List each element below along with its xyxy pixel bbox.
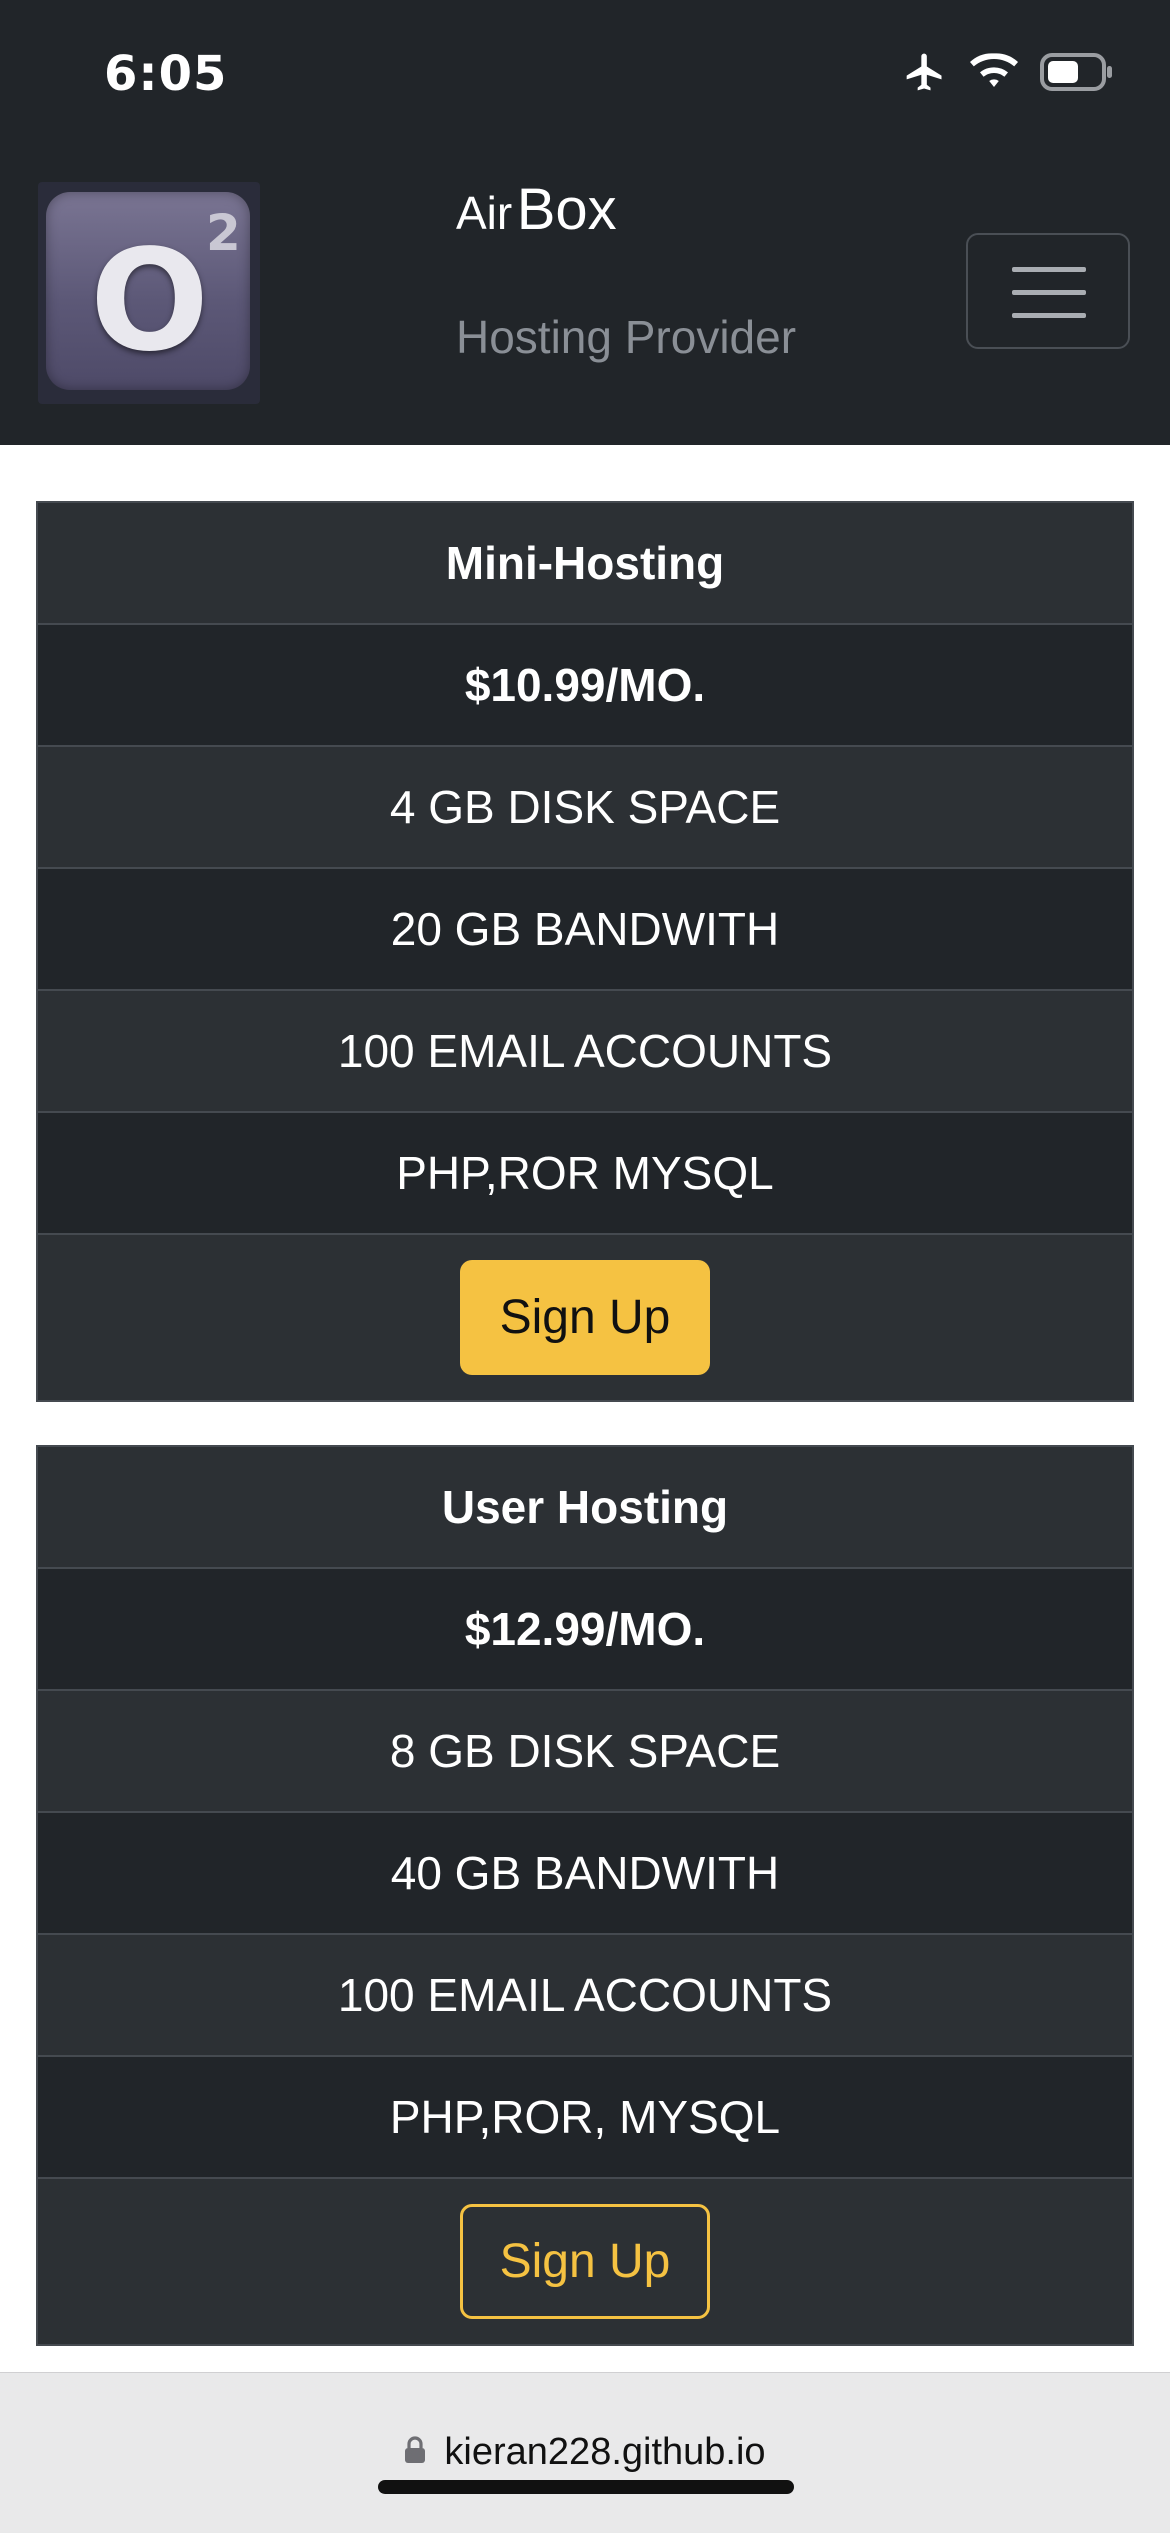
url-text: kieran228.github.io	[444, 2431, 766, 2473]
status-bar: 6:05	[0, 0, 1170, 140]
plan-feature-disk: 8 GB DISK SPACE	[38, 1691, 1132, 1813]
lock-icon	[404, 2431, 426, 2474]
airplane-icon	[902, 50, 948, 99]
pricing-table-mini-hosting: Mini-Hosting $10.99/MO. 4 GB DISK SPACE …	[36, 501, 1134, 1402]
logo-letter: O	[90, 220, 210, 383]
logo-tile: O 2	[46, 192, 250, 390]
browser-address-bar: kieran228.github.io	[0, 2372, 1170, 2533]
wifi-icon	[970, 52, 1018, 97]
sign-up-button[interactable]: Sign Up	[460, 1260, 710, 1375]
navbar: O 2 Air Box Hosting Provider	[0, 140, 1170, 445]
brand-name-big: Box	[516, 177, 617, 242]
plan-price: $12.99/MO.	[38, 1569, 1132, 1691]
plan-name: Mini-Hosting	[38, 503, 1132, 625]
plan-name: User Hosting	[38, 1447, 1132, 1569]
plan-action-row: Sign Up	[38, 2179, 1132, 2344]
brand-tagline: Hosting Provider	[456, 311, 797, 363]
plan-feature-bandwidth: 40 GB BANDWITH	[38, 1813, 1132, 1935]
plan-feature-email: 100 EMAIL ACCOUNTS	[38, 1935, 1132, 2057]
brand-name-small: Air	[456, 187, 513, 239]
plan-price: $10.99/MO.	[38, 625, 1132, 747]
plan-feature-bandwidth: 20 GB BANDWITH	[38, 869, 1132, 991]
plan-feature-languages: PHP,ROR MYSQL	[38, 1113, 1132, 1235]
brand-name[interactable]: Air Box	[456, 176, 617, 243]
pricing-table-user-hosting: User Hosting $12.99/MO. 8 GB DISK SPACE …	[36, 1445, 1134, 2346]
status-icons	[902, 52, 1114, 96]
url-field[interactable]: kieran228.github.io	[0, 2431, 1170, 2474]
home-indicator[interactable]	[378, 2480, 794, 2494]
sign-up-button[interactable]: Sign Up	[460, 2204, 710, 2319]
plan-feature-languages: PHP,ROR, MYSQL	[38, 2057, 1132, 2179]
navbar-toggle-button[interactable]	[966, 233, 1130, 349]
plan-feature-email: 100 EMAIL ACCOUNTS	[38, 991, 1132, 1113]
status-time: 6:05	[104, 46, 228, 102]
logo-superscript: 2	[206, 204, 241, 262]
battery-icon	[1040, 52, 1114, 96]
plan-feature-disk: 4 GB DISK SPACE	[38, 747, 1132, 869]
plan-action-row: Sign Up	[38, 1235, 1132, 1400]
logo[interactable]: O 2	[38, 182, 260, 404]
